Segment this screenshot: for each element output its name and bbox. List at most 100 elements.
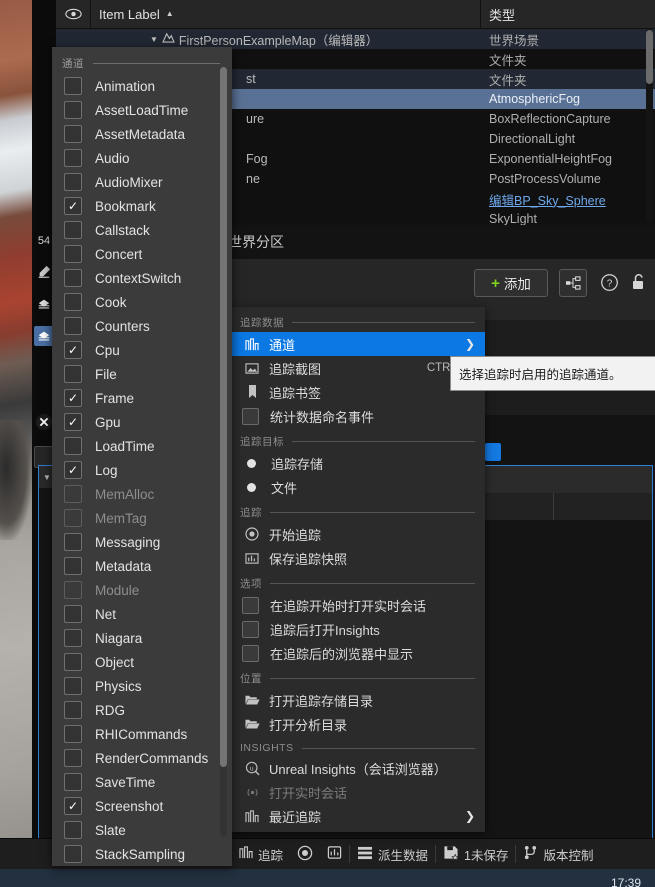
menu-item-open-trace-store-dir[interactable]: 打开追踪存储目录 xyxy=(230,688,485,712)
visibility-column-eye-icon[interactable] xyxy=(56,8,90,20)
channel-item[interactable]: ContextSwitch xyxy=(52,266,232,290)
checkbox[interactable] xyxy=(64,605,82,623)
checkbox[interactable] xyxy=(64,77,82,95)
checkbox[interactable] xyxy=(64,317,82,335)
radio-button[interactable] xyxy=(247,458,256,468)
checkbox[interactable] xyxy=(64,269,82,287)
channel-item[interactable]: RDG xyxy=(52,698,232,722)
add-button[interactable]: + 添加 xyxy=(474,269,548,297)
checkbox[interactable]: ✓ xyxy=(64,197,82,215)
menu-item-stat-named-events[interactable]: 统计数据命名事件 xyxy=(230,404,485,428)
channel-item[interactable]: ✓ Bookmark xyxy=(52,194,232,218)
channel-item[interactable]: ✓ Screenshot xyxy=(52,794,232,818)
channel-item[interactable]: LoadTime xyxy=(52,434,232,458)
checkbox[interactable] xyxy=(242,596,259,614)
checkbox[interactable]: ✓ xyxy=(64,341,82,359)
status-unsaved-button[interactable]: 1未保存 xyxy=(436,839,515,869)
checkbox[interactable] xyxy=(64,125,82,143)
radio-button[interactable] xyxy=(247,482,256,492)
status-trace-button[interactable]: 追踪 xyxy=(232,839,290,869)
status-derived-data-button[interactable]: 派生数据 xyxy=(350,839,435,869)
node-graph-icon[interactable] xyxy=(559,269,587,297)
checkbox[interactable]: ✓ xyxy=(64,413,82,431)
menu-item-trace-bookmark[interactable]: 追踪书签 xyxy=(230,380,485,404)
channel-item[interactable]: Concert xyxy=(52,242,232,266)
checkbox[interactable]: ✓ xyxy=(64,389,82,407)
status-record-button[interactable] xyxy=(290,839,320,869)
checkbox[interactable] xyxy=(64,821,82,839)
menu-item-save-trace-snapshot[interactable]: 保存追踪快照 xyxy=(230,546,485,570)
channel-item[interactable]: ✓ Gpu xyxy=(52,410,232,434)
edit-blueprint-link[interactable]: 编辑BP_Sky_Sphere xyxy=(489,194,606,208)
checkbox[interactable] xyxy=(242,644,259,662)
menu-item-trace-store[interactable]: 追踪存储 xyxy=(230,451,485,475)
checkbox[interactable]: ✓ xyxy=(64,797,82,815)
checkbox[interactable] xyxy=(64,173,82,191)
checkbox[interactable] xyxy=(64,677,82,695)
channel-item[interactable]: AudioMixer xyxy=(52,170,232,194)
channel-item[interactable]: RenderCommands xyxy=(52,746,232,770)
checkbox[interactable] xyxy=(64,749,82,767)
checkbox[interactable] xyxy=(64,653,82,671)
outliner-scrollbar-thumb[interactable] xyxy=(646,30,653,84)
close-circle-icon[interactable] xyxy=(34,412,54,432)
channel-item[interactable]: Messaging xyxy=(52,530,232,554)
status-source-control-button[interactable]: 版本控制 xyxy=(516,839,600,869)
unlock-icon[interactable] xyxy=(625,269,651,295)
layers-selected-icon[interactable] xyxy=(34,326,54,346)
column-header-type[interactable]: 类型 xyxy=(480,0,655,28)
channel-item[interactable]: ✓ Log xyxy=(52,458,232,482)
channel-item[interactable]: StackSampling xyxy=(52,842,232,866)
checkbox[interactable] xyxy=(64,629,82,647)
menu-item-show-in-browser-after-trace[interactable]: 在追踪后的浏览器中显示 xyxy=(230,641,485,665)
channel-item[interactable]: Physics xyxy=(52,674,232,698)
menu-item-open-insights-after-trace[interactable]: 追踪后打开Insights xyxy=(230,617,485,641)
sort-ascending-icon[interactable]: ▲ xyxy=(166,9,174,18)
channel-item[interactable]: Animation xyxy=(52,74,232,98)
channels-scrollbar-thumb[interactable] xyxy=(220,67,227,767)
channel-item[interactable]: Object xyxy=(52,650,232,674)
checkbox[interactable] xyxy=(64,701,82,719)
menu-item-trace-screenshot[interactable]: 追踪截图 CTRL+F9 xyxy=(230,356,485,380)
checkbox[interactable] xyxy=(64,293,82,311)
checkbox[interactable] xyxy=(64,557,82,575)
table-row[interactable]: ▼ FirstPersonExampleMap（编辑器） 世界场景 xyxy=(56,29,655,49)
channel-item[interactable]: Callstack xyxy=(52,218,232,242)
channel-item[interactable]: RHICommands xyxy=(52,722,232,746)
checkbox[interactable] xyxy=(64,773,82,791)
channel-item[interactable]: ✓ Frame xyxy=(52,386,232,410)
channel-item[interactable]: Audio xyxy=(52,146,232,170)
help-circle-icon[interactable]: ? xyxy=(596,269,622,295)
checkbox[interactable] xyxy=(64,365,82,383)
channel-item[interactable]: SaveTime xyxy=(52,770,232,794)
row-type[interactable]: 编辑BP_Sky_Sphere xyxy=(481,190,655,209)
edit-pencil-icon[interactable] xyxy=(34,262,54,282)
channel-item[interactable]: ✓ Cpu xyxy=(52,338,232,362)
menu-item-open-profiling-dir[interactable]: 打开分析目录 xyxy=(230,712,485,736)
channel-item[interactable]: AssetLoadTime xyxy=(52,98,232,122)
checkbox[interactable] xyxy=(242,407,259,425)
viewport-render[interactable] xyxy=(0,0,32,860)
checkbox[interactable] xyxy=(64,437,82,455)
checkbox[interactable] xyxy=(242,620,259,638)
details-column-divider[interactable] xyxy=(553,493,554,520)
channel-item[interactable]: Net xyxy=(52,602,232,626)
channel-item[interactable]: Cook xyxy=(52,290,232,314)
menu-item-unreal-insights[interactable]: u Unreal Insights（会话浏览器） xyxy=(230,756,485,780)
channel-item[interactable]: AssetMetadata xyxy=(52,122,232,146)
channel-item[interactable]: Metadata xyxy=(52,554,232,578)
channel-item[interactable]: Niagara xyxy=(52,626,232,650)
column-header-item-label[interactable]: Item Label ▲ xyxy=(90,0,480,28)
menu-item-recent-traces[interactable]: 最近追踪 ❯ xyxy=(230,804,485,828)
menu-item-file[interactable]: 文件 xyxy=(230,475,485,499)
checkbox[interactable] xyxy=(64,245,82,263)
menu-item-open-live-session-on-start[interactable]: 在追踪开始时打开实时会话 xyxy=(230,593,485,617)
filter-color-chip[interactable] xyxy=(485,443,501,461)
channel-item[interactable]: Slate xyxy=(52,818,232,842)
checkbox[interactable] xyxy=(64,101,82,119)
checkbox[interactable] xyxy=(64,221,82,239)
checkbox[interactable] xyxy=(64,725,82,743)
menu-item-start-trace[interactable]: 开始追踪 xyxy=(230,522,485,546)
channel-item[interactable]: File xyxy=(52,362,232,386)
checkbox[interactable] xyxy=(64,149,82,167)
